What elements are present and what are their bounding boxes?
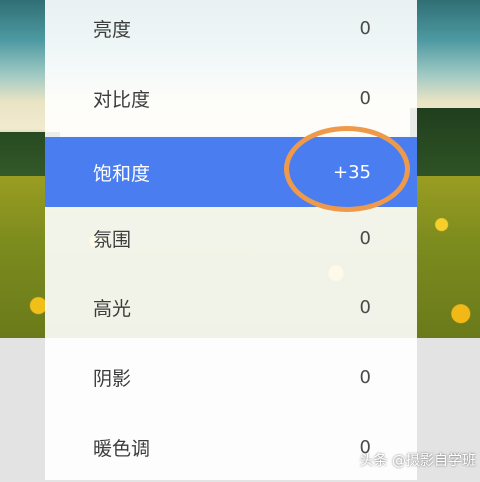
highlight-ellipse-annotation <box>284 126 410 212</box>
adjust-row-label: 饱和度 <box>93 162 151 185</box>
adjust-row-value: 0 <box>359 87 371 109</box>
adjust-row-label: 暖色调 <box>93 437 151 460</box>
adjust-row-ambiance[interactable]: 氛围 0 <box>45 203 417 273</box>
adjust-row-label: 高光 <box>93 297 132 320</box>
adjust-row-label: 亮度 <box>93 18 132 41</box>
adjust-row-label: 对比度 <box>93 88 151 111</box>
adjust-row-warmth[interactable]: 暖色调 0 <box>45 412 417 482</box>
watermark: 头条 @摄影自学班 <box>359 453 476 469</box>
adjust-row-shadows[interactable]: 阴影 0 <box>45 342 417 412</box>
adjust-row-value: 0 <box>359 227 371 249</box>
tree-line-right <box>410 108 480 178</box>
adjust-row-value: 0 <box>359 17 371 39</box>
adjust-row-contrast[interactable]: 对比度 0 <box>45 63 417 133</box>
adjust-row-value: 0 <box>359 366 371 388</box>
adjust-row-highlights[interactable]: 高光 0 <box>45 272 417 342</box>
adjust-row-label: 氛围 <box>93 228 132 251</box>
adjust-row-value: 0 <box>359 296 371 318</box>
adjust-row-brightness[interactable]: 亮度 0 <box>45 0 417 63</box>
adjust-row-label: 阴影 <box>93 367 132 390</box>
